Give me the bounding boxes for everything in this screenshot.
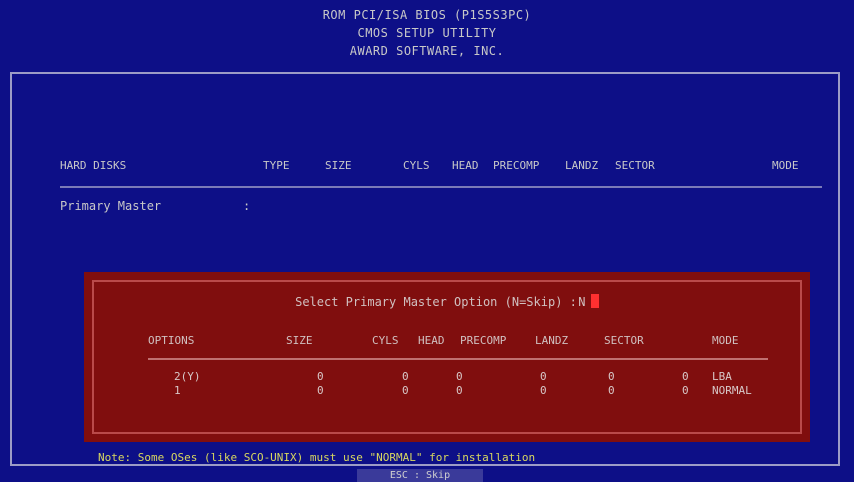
dcol-sector: SECTOR xyxy=(604,334,644,347)
setup-utility-title: CMOS SETUP UTILITY xyxy=(357,26,497,40)
option-size: 0 xyxy=(317,384,324,397)
col-cyls: CYLS xyxy=(403,159,430,172)
option-sector: 0 xyxy=(682,384,689,397)
option-size: 0 xyxy=(317,370,324,383)
bios-header: ROM PCI/ISA BIOS (P1S5S3PC) CMOS SETUP U… xyxy=(0,0,854,70)
option-id: 1 xyxy=(174,384,181,397)
text-cursor xyxy=(590,294,599,308)
option-mode: LBA xyxy=(712,370,732,383)
dcol-head: HEAD xyxy=(418,334,445,347)
esc-skip-hint[interactable]: ESC : Skip xyxy=(357,469,483,482)
option-id: 2(Y) xyxy=(174,370,201,383)
dialog-title: Select Primary Master Option (N=Skip) :N xyxy=(84,294,810,309)
dcol-options: OPTIONS xyxy=(148,334,195,347)
primary-master-label[interactable]: Primary Master xyxy=(60,199,161,213)
installation-note: Note: Some OSes (like SCO-UNIX) must use… xyxy=(98,451,536,464)
option-landz: 0 xyxy=(608,370,615,383)
option-cyls: 0 xyxy=(402,370,409,383)
option-precomp: 0 xyxy=(540,370,547,383)
option-head: 0 xyxy=(456,370,463,383)
option-landz: 0 xyxy=(608,384,615,397)
col-head: HEAD xyxy=(452,159,479,172)
option-mode: NORMAL xyxy=(712,384,752,397)
col-mode: MODE xyxy=(772,159,799,172)
dcol-precomp: PRECOMP xyxy=(460,334,507,347)
dialog-divider xyxy=(148,358,768,360)
col-precomp: PRECOMP xyxy=(493,159,540,172)
primary-master-separator: : xyxy=(243,199,251,213)
dcol-landz: LANDZ xyxy=(535,334,569,347)
bios-title: ROM PCI/ISA BIOS (P1S5S3PC) xyxy=(322,8,532,22)
option-sector: 0 xyxy=(682,370,689,383)
option-precomp: 0 xyxy=(540,384,547,397)
option-head: 0 xyxy=(456,384,463,397)
option-cyls: 0 xyxy=(402,384,409,397)
dialog-prompt: Select Primary Master Option (N=Skip) : xyxy=(295,295,577,309)
option-value[interactable]: N xyxy=(577,295,587,309)
vendor-name: AWARD SOFTWARE, INC. xyxy=(349,44,505,58)
dcol-mode: MODE xyxy=(712,334,739,347)
dcol-cyls: CYLS xyxy=(372,334,399,347)
col-landz: LANDZ xyxy=(565,159,599,172)
col-size: SIZE xyxy=(325,159,352,172)
dcol-size: SIZE xyxy=(286,334,313,347)
col-sector: SECTOR xyxy=(615,159,655,172)
select-primary-master-dialog: Select Primary Master Option (N=Skip) :N… xyxy=(84,272,810,442)
hard-disk-column-headers: HARD DISKS TYPE SIZE CYLS HEAD PRECOMP L… xyxy=(60,156,822,174)
header-divider xyxy=(60,186,822,188)
col-hard-disks: HARD DISKS xyxy=(60,159,127,172)
col-type: TYPE xyxy=(263,159,290,172)
